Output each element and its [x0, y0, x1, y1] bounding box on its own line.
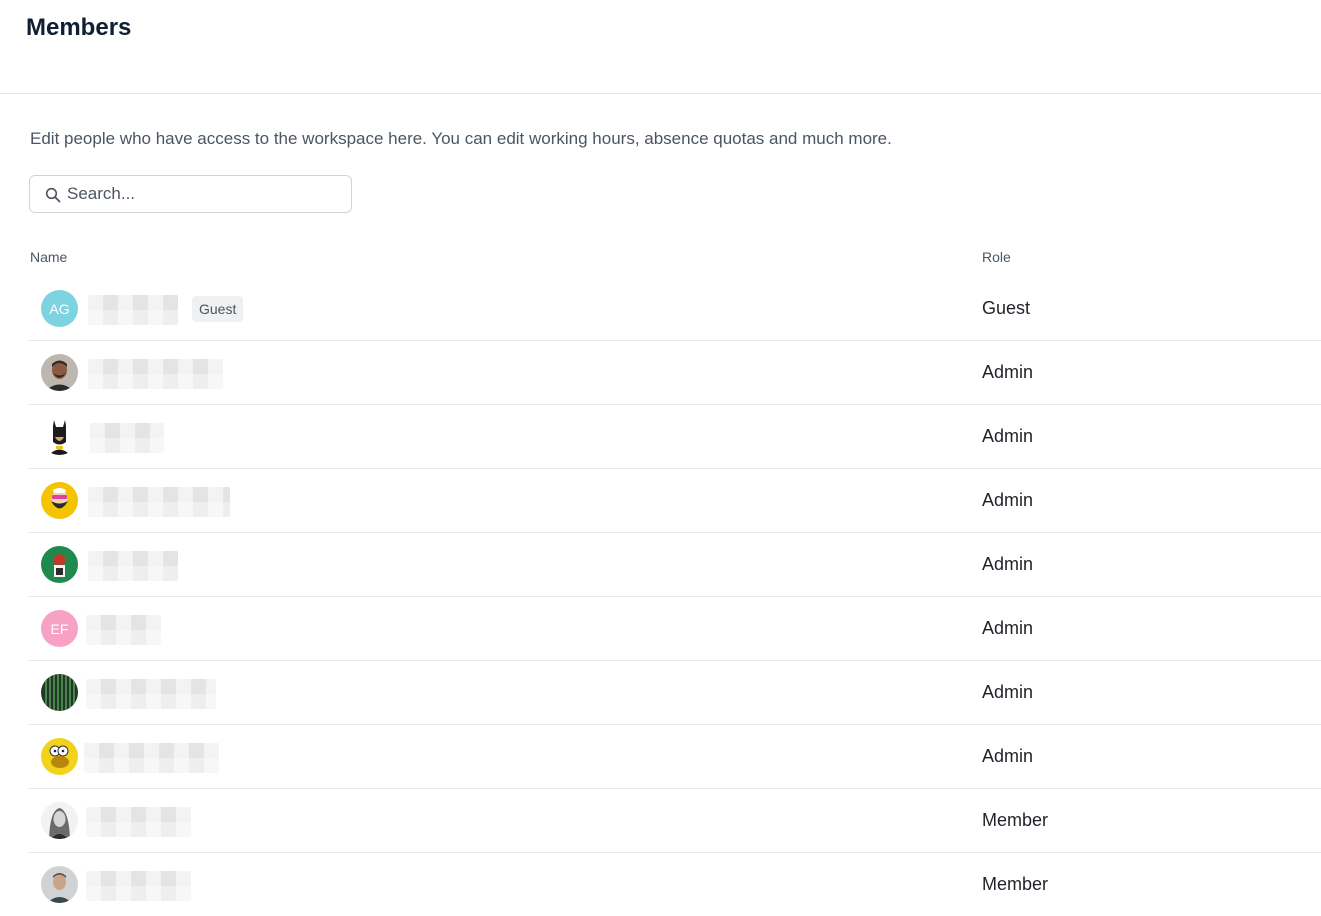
avatar-initials: EF — [50, 620, 69, 637]
member-role: Admin — [982, 682, 1034, 702]
man-photo-avatar-2 — [41, 866, 78, 903]
avatar-initials: AG — [49, 300, 70, 317]
member-row[interactable]: Admin — [29, 661, 1321, 725]
member-row[interactable]: Member — [29, 853, 1321, 916]
member-row[interactable]: Admin — [29, 405, 1321, 469]
redacted-member-name — [86, 871, 191, 901]
member-role: Guest — [982, 298, 1031, 318]
member-row[interactable]: Admin — [29, 341, 1321, 405]
member-role: Admin — [982, 362, 1034, 382]
member-role: Admin — [982, 426, 1034, 446]
guest-badge: Guest — [192, 296, 244, 322]
member-row[interactable]: Admin — [29, 533, 1321, 597]
column-header-name[interactable]: Name — [30, 249, 67, 265]
search-box[interactable] — [29, 175, 352, 213]
member-role: Member — [982, 874, 1049, 894]
search-input[interactable] — [67, 176, 347, 212]
member-role: Member — [982, 810, 1049, 830]
batman-avatar — [41, 418, 78, 455]
page-title: Members — [26, 14, 132, 41]
man-photo-avatar — [41, 354, 78, 391]
redacted-member-name — [88, 295, 178, 325]
member-role: Admin — [982, 554, 1034, 574]
woman-photo-avatar — [41, 802, 78, 839]
redacted-member-name — [88, 359, 223, 389]
member-role: Admin — [982, 746, 1034, 766]
column-header-role[interactable]: Role — [982, 249, 1011, 265]
redacted-member-name — [86, 807, 191, 837]
member-row[interactable]: Admin — [29, 725, 1321, 789]
member-role: Admin — [982, 618, 1034, 638]
redacted-member-name — [88, 487, 230, 517]
member-row[interactable]: Member — [29, 789, 1321, 853]
members-list: AG Guest Guest Admin Admin Admin Admin E… — [29, 277, 1321, 916]
redacted-member-name — [88, 551, 178, 581]
initials-avatar: EF — [41, 610, 78, 647]
redacted-member-name — [90, 423, 164, 453]
bearded-cartoon-avatar — [41, 482, 78, 519]
redacted-member-name — [86, 679, 216, 709]
member-row[interactable]: EF Admin — [29, 597, 1321, 661]
header-divider — [0, 93, 1321, 94]
simpson-cartoon-avatar — [41, 738, 78, 775]
redacted-member-name — [86, 615, 161, 645]
page-description: Edit people who have access to the works… — [30, 129, 892, 148]
member-row[interactable]: AG Guest Guest — [29, 277, 1321, 341]
initials-avatar: AG — [41, 290, 78, 327]
search-icon — [45, 187, 61, 203]
green-cartoon-avatar — [41, 546, 78, 583]
redacted-member-name — [84, 743, 219, 773]
member-role: Admin — [982, 490, 1034, 510]
member-row[interactable]: Admin — [29, 469, 1321, 533]
matrix-pattern-avatar — [41, 674, 78, 711]
